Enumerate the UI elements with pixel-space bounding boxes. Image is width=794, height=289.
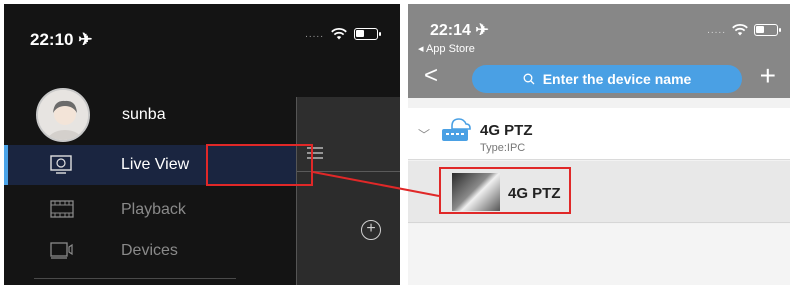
add-device-button[interactable]: + — [760, 62, 776, 90]
device-name: 4G PTZ — [480, 122, 533, 139]
signal-dots: ..... — [707, 24, 726, 36]
highlight-box-live-view — [206, 144, 313, 186]
highlight-box-channel — [439, 167, 571, 214]
back-to-app-store-link[interactable]: ◂ App Store — [418, 42, 475, 55]
film-icon — [50, 200, 74, 218]
device-search-input[interactable]: Enter the device name — [472, 65, 742, 93]
status-time: 22:14 ✈︎ — [430, 22, 489, 39]
list-empty-area — [408, 224, 790, 285]
wifi-icon — [732, 24, 748, 36]
left-phone-screen: 22:10 ✈︎ ..... sunba Live View Playback … — [4, 4, 400, 285]
menu-item-label: Devices — [121, 242, 178, 259]
search-icon — [523, 73, 535, 85]
add-circle-icon[interactable]: + — [361, 220, 381, 240]
battery-icon — [754, 24, 781, 36]
camera-device-icon — [442, 118, 471, 141]
chevron-down-icon[interactable]: ﹀ — [418, 126, 430, 143]
status-indicators: ..... — [305, 28, 381, 40]
menu-item-devices[interactable]: Devices — [4, 231, 296, 271]
device-list-header: 22:14 ✈︎ ◂ App Store ..... < Enter the d… — [408, 4, 790, 98]
signal-dots: ..... — [305, 28, 324, 40]
monitor-icon — [50, 155, 72, 174]
device-type: Type:IPC — [480, 142, 526, 154]
wifi-icon — [331, 28, 347, 40]
back-button[interactable]: < — [424, 64, 438, 88]
menu-item-label: Live View — [121, 156, 190, 173]
menu-item-label: Playback — [121, 201, 186, 218]
live-view-panel-peek: + — [296, 97, 400, 285]
status-indicators: ..... — [707, 24, 781, 36]
right-phone-screen: 22:14 ✈︎ ◂ App Store ..... < Enter the d… — [408, 4, 790, 285]
device-icon — [50, 242, 73, 259]
avatar[interactable] — [36, 88, 90, 142]
avatar-image — [38, 90, 88, 140]
device-row[interactable]: ﹀ 4G PTZ Type:IPC — [408, 108, 790, 160]
menu-divider — [34, 278, 236, 279]
menu-item-playback[interactable]: Playback — [4, 190, 296, 230]
search-placeholder: Enter the device name — [542, 71, 692, 87]
status-time: 22:10 ✈︎ — [30, 30, 93, 49]
battery-icon — [354, 28, 381, 40]
username: sunba — [122, 106, 166, 123]
